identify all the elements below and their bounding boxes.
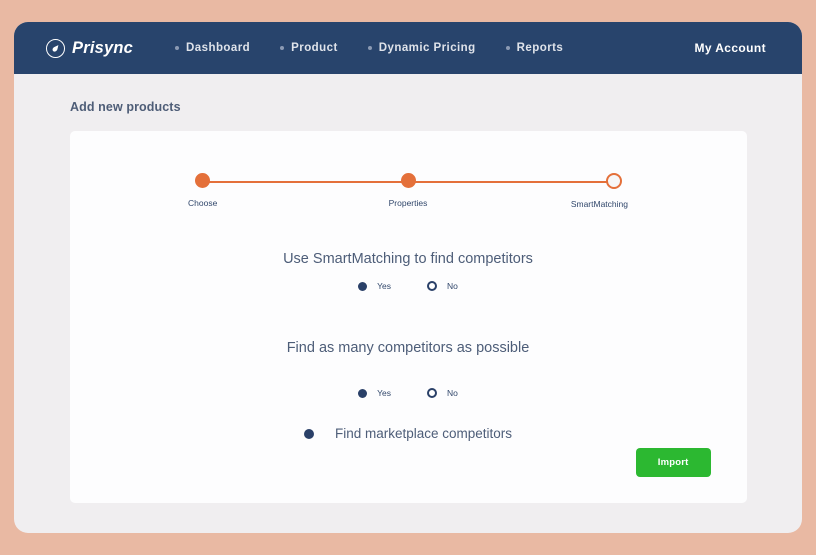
- radio-option-many-competitors-yes[interactable]: Yes: [358, 388, 391, 398]
- radio-selected-icon: [358, 281, 368, 291]
- bullet-icon: [280, 46, 285, 50]
- radio-option-many-competitors-no[interactable]: No: [427, 388, 458, 398]
- radio-selected-icon: [303, 428, 314, 439]
- import-button[interactable]: Import: [635, 448, 711, 477]
- radio-label: No: [447, 281, 458, 291]
- radio-option-smartmatching-yes[interactable]: Yes: [358, 281, 391, 291]
- nav-item-label: Reports: [516, 42, 564, 54]
- nav-item-dashboard[interactable]: Dashboard: [175, 42, 250, 54]
- radio-label: No: [447, 388, 458, 398]
- navigation-links: Dashboard Product Dynamic Pricing Report…: [175, 42, 563, 54]
- page-title: Add new products: [70, 100, 181, 114]
- top-navigation-bar: Prisync Dashboard Product Dynamic Pricin…: [14, 22, 802, 74]
- prisync-logo-icon: [46, 38, 65, 58]
- stepper-step-smartmatching[interactable]: SmartMatching: [538, 173, 628, 209]
- option-label: Find marketplace competitors: [334, 426, 513, 441]
- radio-label: Yes: [377, 281, 391, 291]
- nav-item-label: Dashboard: [186, 42, 251, 54]
- radio-label: Yes: [377, 388, 391, 398]
- brand-name: Prisync: [72, 38, 134, 57]
- wizard-stepper: Choose Properties SmartMatching: [188, 131, 628, 209]
- card-footer: Import: [635, 448, 711, 477]
- app-window: Prisync Dashboard Product Dynamic Pricin…: [14, 22, 802, 533]
- page-body: Add new products Choose Properties Smart…: [14, 74, 802, 503]
- bullet-icon: [367, 46, 372, 50]
- question-text: Use SmartMatching to find competitors: [283, 251, 533, 267]
- stepper-step-properties[interactable]: Properties: [363, 173, 453, 209]
- stepper-step-choose[interactable]: Choose: [188, 173, 278, 209]
- step-label: SmartMatching: [570, 199, 628, 209]
- option-find-marketplace-competitors[interactable]: Find marketplace competitors: [70, 426, 747, 441]
- bullet-icon: [175, 46, 180, 50]
- radio-unselected-icon: [427, 388, 437, 398]
- step-dot-complete-icon: [400, 173, 416, 188]
- question-many-competitors: Find as many competitors as possible Yes…: [70, 340, 747, 398]
- nav-item-dynamic-pricing[interactable]: Dynamic Pricing: [367, 42, 476, 54]
- question-text: Find as many competitors as possible: [286, 340, 530, 356]
- brand-logo[interactable]: Prisync: [46, 38, 134, 58]
- step-label: Properties: [388, 198, 428, 208]
- question-smartmatching: Use SmartMatching to find competitors Ye…: [70, 251, 747, 291]
- radio-option-smartmatching-no[interactable]: No: [427, 281, 458, 291]
- radio-group-many-competitors: Yes No: [70, 388, 747, 398]
- step-dot-complete-icon: [195, 173, 210, 188]
- radio-unselected-icon: [427, 281, 437, 291]
- step-dot-current-icon: [606, 173, 622, 189]
- my-account-link[interactable]: My Account: [694, 41, 766, 55]
- add-products-card: Choose Properties SmartMatching Use Smar…: [69, 131, 747, 503]
- nav-item-label: Product: [291, 42, 338, 54]
- nav-item-reports[interactable]: Reports: [505, 42, 564, 54]
- step-label: Choose: [188, 198, 218, 208]
- bullet-icon: [505, 46, 510, 50]
- radio-selected-icon: [358, 388, 368, 398]
- radio-group-smartmatching: Yes No: [70, 281, 747, 291]
- nav-item-label: Dynamic Pricing: [378, 42, 476, 54]
- nav-item-product[interactable]: Product: [280, 42, 338, 54]
